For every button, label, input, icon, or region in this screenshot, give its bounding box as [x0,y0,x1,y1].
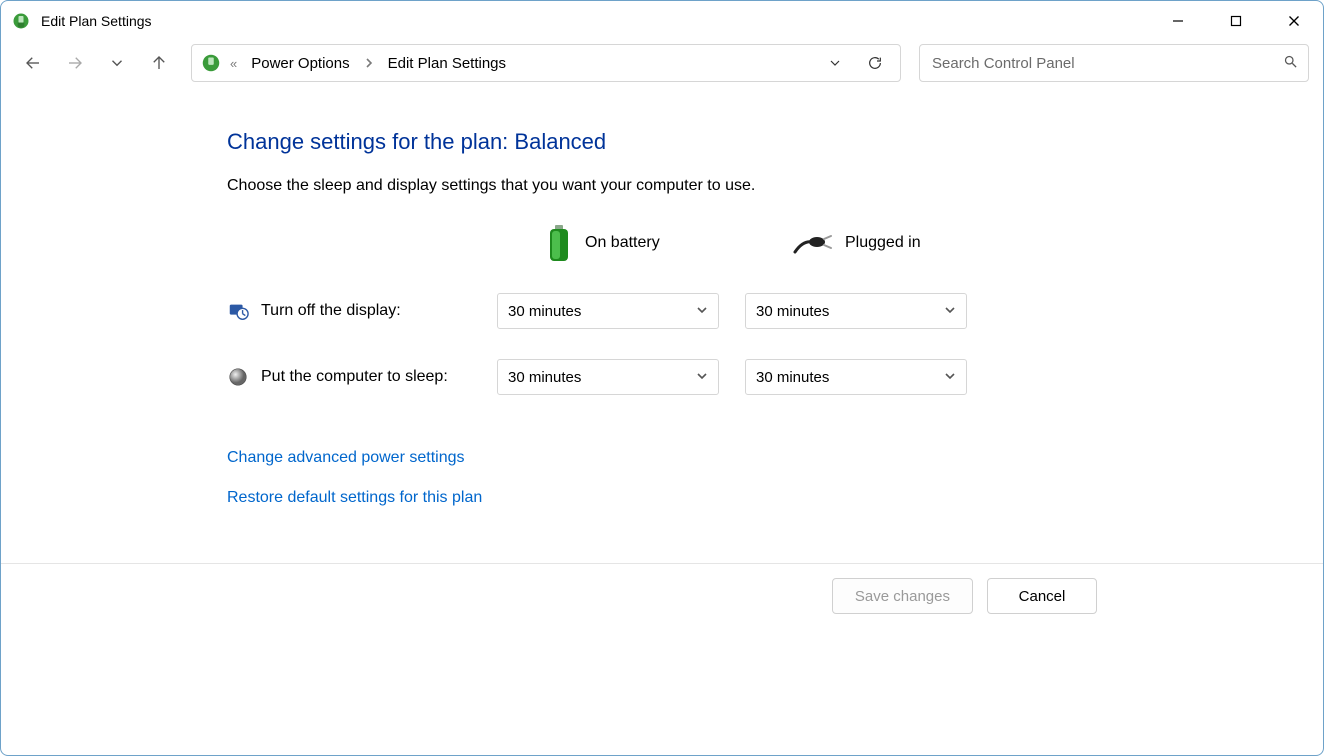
chevron-down-icon [944,369,956,386]
window-title: Edit Plan Settings [41,13,152,29]
address-bar[interactable]: « Power Options Edit Plan Settings [191,44,901,82]
refresh-button[interactable] [858,46,892,80]
address-history-button[interactable] [818,46,852,80]
display-timer-icon [227,300,249,322]
search-box[interactable] [919,44,1309,82]
breadcrumb-separator-icon [362,56,376,71]
plug-icon [793,230,833,256]
chevron-down-icon [696,303,708,320]
chevron-down-icon [944,303,956,320]
advanced-settings-link[interactable]: Change advanced power settings [227,449,465,467]
power-options-icon [200,52,222,74]
row-turn-off-display-label: Turn off the display: [261,302,401,320]
links-area: Change advanced power settings Restore d… [227,449,1323,507]
restore-defaults-link[interactable]: Restore default settings for this plan [227,489,482,507]
cancel-button-label: Cancel [1019,588,1066,605]
recent-locations-button[interactable] [99,45,135,81]
page-title: Change settings for the plan: Balanced [227,129,1323,155]
chevron-down-icon [696,369,708,386]
save-button[interactable]: Save changes [832,578,973,614]
column-header-battery-label: On battery [585,234,660,252]
row-sleep-label: Put the computer to sleep: [261,368,448,386]
breadcrumb-power-options[interactable]: Power Options [245,51,355,76]
save-button-label: Save changes [855,588,950,605]
cancel-button[interactable]: Cancel [987,578,1097,614]
row-sleep: Put the computer to sleep: [227,366,497,388]
battery-icon [545,223,573,263]
row-turn-off-display: Turn off the display: [227,300,497,322]
display-battery-value: 30 minutes [508,303,581,320]
settings-grid: On battery Plugged in Turn off the displ… [227,223,1323,395]
content-area: Change settings for the plan: Balanced C… [1,91,1323,507]
search-input[interactable] [930,54,1283,73]
sleep-battery-value: 30 minutes [508,369,581,386]
control-panel-icon [11,11,31,31]
moon-icon [227,366,249,388]
page-subtext: Choose the sleep and display settings th… [227,177,1323,195]
search-icon [1283,54,1298,73]
footer: Save changes Cancel [1,563,1323,614]
up-button[interactable] [141,45,177,81]
sleep-battery-combo[interactable]: 30 minutes [497,359,719,395]
forward-button[interactable] [57,45,93,81]
minimize-button[interactable] [1149,1,1207,41]
nav-row: « Power Options Edit Plan Settings [1,41,1323,91]
maximize-button[interactable] [1207,1,1265,41]
sleep-plugged-combo[interactable]: 30 minutes [745,359,967,395]
breadcrumb-root-chevron-icon[interactable]: « [228,56,239,71]
display-battery-combo[interactable]: 30 minutes [497,293,719,329]
back-button[interactable] [15,45,51,81]
display-plugged-combo[interactable]: 30 minutes [745,293,967,329]
display-plugged-value: 30 minutes [756,303,829,320]
column-header-plugged: Plugged in [745,230,993,256]
breadcrumb-edit-plan[interactable]: Edit Plan Settings [382,51,512,76]
column-header-battery: On battery [497,223,745,263]
column-header-plugged-label: Plugged in [845,234,921,252]
sleep-plugged-value: 30 minutes [756,369,829,386]
close-button[interactable] [1265,1,1323,41]
titlebar: Edit Plan Settings [1,1,1323,41]
